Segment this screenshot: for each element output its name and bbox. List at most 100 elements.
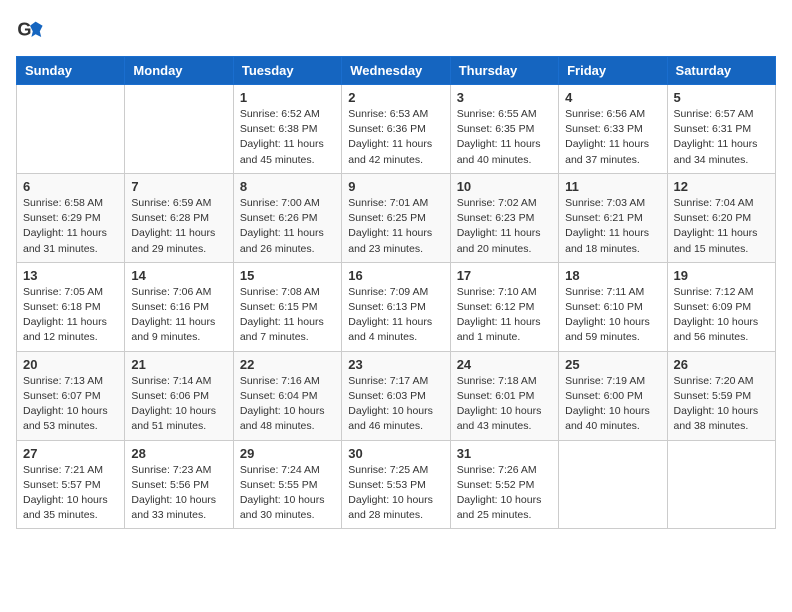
day-number: 23	[348, 357, 443, 372]
day-number: 1	[240, 90, 335, 105]
day-info: Sunrise: 7:10 AM Sunset: 6:12 PM Dayligh…	[457, 285, 552, 346]
day-number: 31	[457, 446, 552, 461]
calendar-week-row: 1 Sunrise: 6:52 AM Sunset: 6:38 PM Daylig…	[17, 85, 776, 174]
calendar-cell: 19 Sunrise: 7:12 AM Sunset: 6:09 PM Dayli…	[667, 262, 775, 351]
calendar-cell: 10Sunrise: 7:02 AM Sunset: 6:23 PM Dayli…	[450, 173, 558, 262]
day-number: 6	[23, 179, 118, 194]
calendar-cell: 15 Sunrise: 7:08 AM Sunset: 6:15 PM Dayli…	[233, 262, 341, 351]
day-number: 5	[674, 90, 769, 105]
day-header-saturday: Saturday	[667, 57, 775, 85]
day-number: 2	[348, 90, 443, 105]
page-header: G	[16, 16, 776, 44]
calendar-cell: 25 Sunrise: 7:19 AM Sunset: 6:00 PM Dayli…	[559, 351, 667, 440]
calendar-cell: 3 Sunrise: 6:55 AM Sunset: 6:35 PM Daylig…	[450, 85, 558, 174]
calendar-cell: 2 Sunrise: 6:53 AM Sunset: 6:36 PM Daylig…	[342, 85, 450, 174]
logo-icon: G	[16, 16, 44, 44]
calendar-cell: 26Sunrise: 7:20 AM Sunset: 5:59 PM Dayli…	[667, 351, 775, 440]
calendar-week-row: 13Sunrise: 7:05 AM Sunset: 6:18 PM Dayli…	[17, 262, 776, 351]
day-info: Sunrise: 7:21 AM Sunset: 5:57 PM Dayligh…	[23, 463, 118, 524]
calendar-cell: 8Sunrise: 7:00 AM Sunset: 6:26 PM Daylig…	[233, 173, 341, 262]
day-number: 20	[23, 357, 118, 372]
day-number: 13	[23, 268, 118, 283]
day-info: Sunrise: 7:25 AM Sunset: 5:53 PM Dayligh…	[348, 463, 443, 524]
calendar-cell: 28Sunrise: 7:23 AM Sunset: 5:56 PM Dayli…	[125, 440, 233, 529]
day-header-friday: Friday	[559, 57, 667, 85]
day-info: Sunrise: 6:57 AM Sunset: 6:31 PM Dayligh…	[674, 107, 769, 168]
day-info: Sunrise: 7:08 AM Sunset: 6:15 PM Dayligh…	[240, 285, 335, 346]
calendar-cell	[17, 85, 125, 174]
calendar-cell: 21Sunrise: 7:14 AM Sunset: 6:06 PM Dayli…	[125, 351, 233, 440]
day-number: 22	[240, 357, 335, 372]
calendar-cell	[125, 85, 233, 174]
day-number: 19	[674, 268, 769, 283]
day-info: Sunrise: 7:26 AM Sunset: 5:52 PM Dayligh…	[457, 463, 552, 524]
calendar-cell: 6 Sunrise: 6:58 AM Sunset: 6:29 PM Daylig…	[17, 173, 125, 262]
day-header-wednesday: Wednesday	[342, 57, 450, 85]
day-info: Sunrise: 7:03 AM Sunset: 6:21 PM Dayligh…	[565, 196, 660, 257]
day-number: 11	[565, 179, 660, 194]
calendar-table: SundayMondayTuesdayWednesdayThursdayFrid…	[16, 56, 776, 529]
calendar-week-row: 20 Sunrise: 7:13 AM Sunset: 6:07 PM Dayli…	[17, 351, 776, 440]
day-number: 3	[457, 90, 552, 105]
day-header-monday: Monday	[125, 57, 233, 85]
day-number: 27	[23, 446, 118, 461]
day-number: 25	[565, 357, 660, 372]
calendar-cell: 16Sunrise: 7:09 AM Sunset: 6:13 PM Dayli…	[342, 262, 450, 351]
calendar-cell: 27 Sunrise: 7:21 AM Sunset: 5:57 PM Dayli…	[17, 440, 125, 529]
day-header-tuesday: Tuesday	[233, 57, 341, 85]
calendar-cell: 4 Sunrise: 6:56 AM Sunset: 6:33 PM Daylig…	[559, 85, 667, 174]
day-header-thursday: Thursday	[450, 57, 558, 85]
day-number: 15	[240, 268, 335, 283]
calendar-cell: 12 Sunrise: 7:04 AM Sunset: 6:20 PM Dayli…	[667, 173, 775, 262]
calendar-header-row: SundayMondayTuesdayWednesdayThursdayFrid…	[17, 57, 776, 85]
calendar-cell: 9Sunrise: 7:01 AM Sunset: 6:25 PM Daylig…	[342, 173, 450, 262]
day-number: 30	[348, 446, 443, 461]
calendar-cell: 1 Sunrise: 6:52 AM Sunset: 6:38 PM Daylig…	[233, 85, 341, 174]
calendar-cell: 13Sunrise: 7:05 AM Sunset: 6:18 PM Dayli…	[17, 262, 125, 351]
day-info: Sunrise: 6:59 AM Sunset: 6:28 PM Dayligh…	[131, 196, 226, 257]
day-info: Sunrise: 7:17 AM Sunset: 6:03 PM Dayligh…	[348, 374, 443, 435]
calendar-week-row: 27 Sunrise: 7:21 AM Sunset: 5:57 PM Dayli…	[17, 440, 776, 529]
calendar-cell: 29 Sunrise: 7:24 AM Sunset: 5:55 PM Dayli…	[233, 440, 341, 529]
day-info: Sunrise: 7:12 AM Sunset: 6:09 PM Dayligh…	[674, 285, 769, 346]
logo: G	[16, 16, 48, 44]
calendar-cell: 7 Sunrise: 6:59 AM Sunset: 6:28 PM Daylig…	[125, 173, 233, 262]
day-number: 21	[131, 357, 226, 372]
day-info: Sunrise: 6:52 AM Sunset: 6:38 PM Dayligh…	[240, 107, 335, 168]
calendar-cell: 20 Sunrise: 7:13 AM Sunset: 6:07 PM Dayli…	[17, 351, 125, 440]
day-info: Sunrise: 6:53 AM Sunset: 6:36 PM Dayligh…	[348, 107, 443, 168]
day-header-sunday: Sunday	[17, 57, 125, 85]
day-number: 28	[131, 446, 226, 461]
day-info: Sunrise: 7:09 AM Sunset: 6:13 PM Dayligh…	[348, 285, 443, 346]
calendar-cell: 17Sunrise: 7:10 AM Sunset: 6:12 PM Dayli…	[450, 262, 558, 351]
calendar-cell: 22 Sunrise: 7:16 AM Sunset: 6:04 PM Dayli…	[233, 351, 341, 440]
day-number: 10	[457, 179, 552, 194]
calendar-cell	[667, 440, 775, 529]
day-number: 12	[674, 179, 769, 194]
day-info: Sunrise: 6:58 AM Sunset: 6:29 PM Dayligh…	[23, 196, 118, 257]
day-info: Sunrise: 7:13 AM Sunset: 6:07 PM Dayligh…	[23, 374, 118, 435]
day-info: Sunrise: 6:55 AM Sunset: 6:35 PM Dayligh…	[457, 107, 552, 168]
day-info: Sunrise: 7:06 AM Sunset: 6:16 PM Dayligh…	[131, 285, 226, 346]
day-info: Sunrise: 7:19 AM Sunset: 6:00 PM Dayligh…	[565, 374, 660, 435]
calendar-cell: 14 Sunrise: 7:06 AM Sunset: 6:16 PM Dayli…	[125, 262, 233, 351]
day-number: 7	[131, 179, 226, 194]
calendar-cell: 11 Sunrise: 7:03 AM Sunset: 6:21 PM Dayli…	[559, 173, 667, 262]
calendar-week-row: 6 Sunrise: 6:58 AM Sunset: 6:29 PM Daylig…	[17, 173, 776, 262]
day-number: 18	[565, 268, 660, 283]
day-info: Sunrise: 7:04 AM Sunset: 6:20 PM Dayligh…	[674, 196, 769, 257]
day-info: Sunrise: 6:56 AM Sunset: 6:33 PM Dayligh…	[565, 107, 660, 168]
day-info: Sunrise: 7:16 AM Sunset: 6:04 PM Dayligh…	[240, 374, 335, 435]
day-number: 26	[674, 357, 769, 372]
day-number: 9	[348, 179, 443, 194]
svg-text:G: G	[17, 20, 31, 40]
day-number: 24	[457, 357, 552, 372]
calendar-cell: 24Sunrise: 7:18 AM Sunset: 6:01 PM Dayli…	[450, 351, 558, 440]
calendar-cell: 31 Sunrise: 7:26 AM Sunset: 5:52 PM Dayli…	[450, 440, 558, 529]
day-number: 29	[240, 446, 335, 461]
day-info: Sunrise: 7:24 AM Sunset: 5:55 PM Dayligh…	[240, 463, 335, 524]
calendar-cell: 23 Sunrise: 7:17 AM Sunset: 6:03 PM Dayli…	[342, 351, 450, 440]
day-number: 4	[565, 90, 660, 105]
calendar-cell: 30 Sunrise: 7:25 AM Sunset: 5:53 PM Dayli…	[342, 440, 450, 529]
day-number: 14	[131, 268, 226, 283]
